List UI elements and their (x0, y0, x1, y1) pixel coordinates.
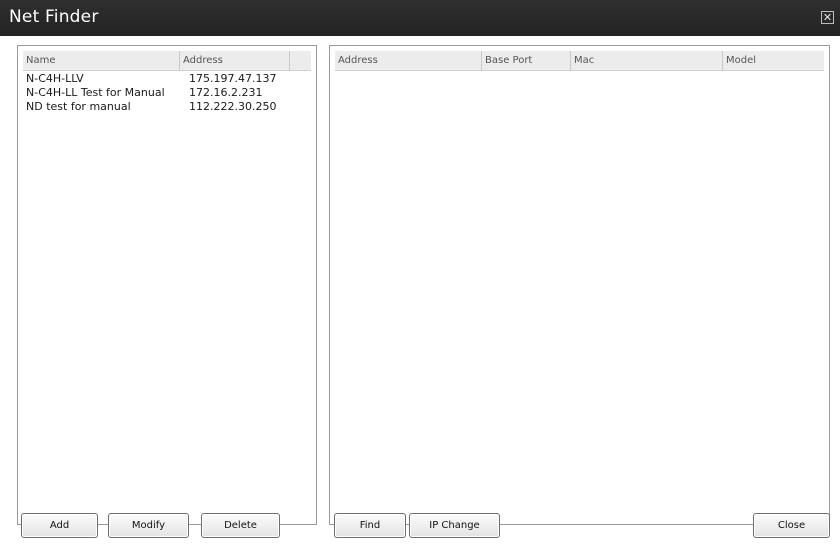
device-list-panel: Name Address N-C4H-LLV 175.197.47.137 N-… (17, 45, 317, 525)
search-results-panel: Address Base Port Mac Model (329, 45, 830, 525)
ip-change-button[interactable]: IP Change (409, 513, 500, 538)
close-button[interactable]: Close (753, 513, 830, 538)
device-address: 175.197.47.137 (189, 72, 277, 85)
column-header-name[interactable]: Name (23, 51, 180, 70)
column-header-address[interactable]: Address (335, 51, 482, 70)
column-header-model[interactable]: Model (723, 51, 824, 70)
window-title: Net Finder (9, 7, 99, 27)
column-header-base-port[interactable]: Base Port (482, 51, 571, 70)
device-address: 112.222.30.250 (189, 100, 277, 113)
device-list-header: Name Address (23, 51, 311, 71)
device-name: N-C4H-LLV (26, 72, 84, 85)
list-item[interactable]: N-C4H-LL Test for Manual 172.16.2.231 (23, 86, 311, 100)
device-address: 172.16.2.231 (189, 86, 263, 99)
column-header-address[interactable]: Address (180, 51, 290, 70)
column-header-mac[interactable]: Mac (571, 51, 723, 70)
modify-button[interactable]: Modify (108, 513, 189, 538)
device-name: N-C4H-LL Test for Manual (26, 86, 165, 99)
title-bar: Net Finder ✕ (0, 0, 840, 36)
add-button[interactable]: Add (21, 513, 98, 538)
search-results-header: Address Base Port Mac Model (335, 51, 824, 71)
find-button[interactable]: Find (334, 513, 406, 538)
list-item[interactable]: N-C4H-LLV 175.197.47.137 (23, 72, 311, 86)
list-item[interactable]: ND test for manual 112.222.30.250 (23, 100, 311, 114)
close-icon[interactable]: ✕ (821, 11, 834, 24)
delete-button[interactable]: Delete (201, 513, 280, 538)
device-name: ND test for manual (26, 100, 131, 113)
